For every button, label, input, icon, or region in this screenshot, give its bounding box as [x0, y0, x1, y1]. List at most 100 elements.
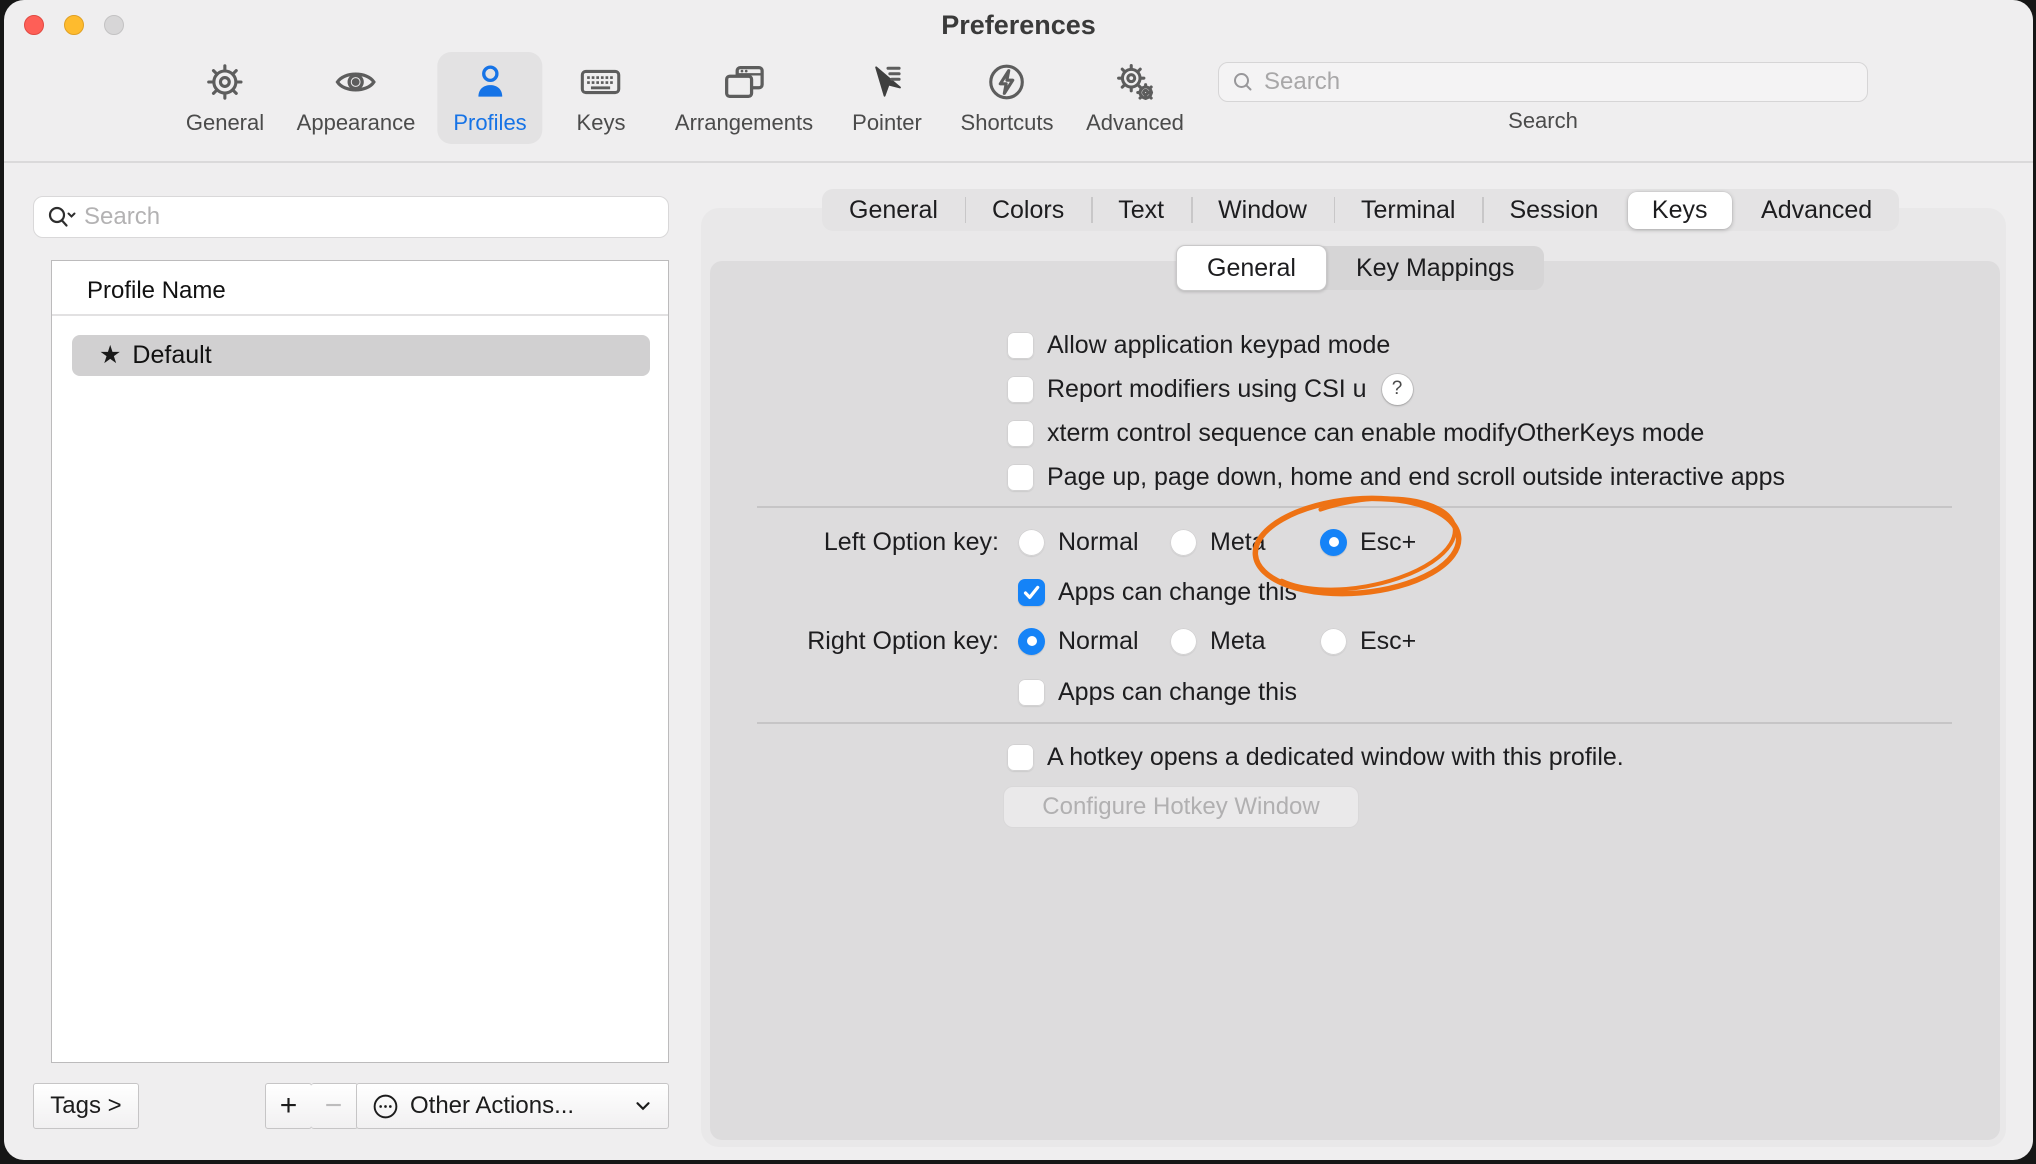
toolbar-item-pointer[interactable]: Pointer [836, 52, 938, 144]
toolbar-label: Advanced [1086, 110, 1184, 136]
toolbar-label: Appearance [297, 110, 416, 136]
remove-profile-button: − [311, 1083, 358, 1129]
checkbox-unchecked[interactable] [1018, 679, 1045, 706]
radio-selected[interactable] [1018, 628, 1045, 655]
radio-left-meta[interactable]: Meta [1170, 525, 1266, 559]
subtab-key-mappings[interactable]: Key Mappings [1326, 246, 1544, 290]
subtab-general[interactable]: General [1176, 245, 1327, 291]
keyboard-icon [578, 59, 624, 105]
title-bar: Preferences [4, 0, 2033, 40]
help-button[interactable]: ? [1382, 374, 1413, 405]
checkbox-row-page-scroll[interactable]: Page up, page down, home and end scroll … [1007, 460, 1785, 494]
tab-keys[interactable]: Keys [1628, 192, 1732, 229]
tab-session[interactable]: Session [1482, 189, 1625, 231]
checkbox-label: Apps can change this [1058, 678, 1297, 707]
checkbox-row-csi-u[interactable]: Report modifiers using CSI u ? [1007, 372, 1413, 406]
gears-icon [1112, 59, 1158, 105]
person-icon [467, 59, 513, 105]
configure-hotkey-window-button: Configure Hotkey Window [1003, 786, 1359, 828]
windows-icon [721, 59, 767, 105]
checkbox-left-apps-change[interactable]: Apps can change this [1018, 575, 1297, 609]
toolbar-item-keys[interactable]: Keys [561, 52, 642, 144]
toolbar-search-label: Search [1463, 108, 1623, 134]
toolbar-search-input[interactable] [1264, 68, 1855, 96]
radio-right-normal[interactable]: Normal [1018, 624, 1139, 658]
checkbox-label: Apps can change this [1058, 578, 1297, 607]
toolbar-item-advanced[interactable]: Advanced [1070, 52, 1200, 144]
radio-right-meta[interactable]: Meta [1170, 624, 1266, 658]
ellipsis-circle-icon [371, 1092, 400, 1121]
tab-terminal[interactable]: Terminal [1334, 189, 1482, 231]
toolbar-item-shortcuts[interactable]: Shortcuts [945, 52, 1070, 144]
profile-search-input[interactable] [84, 203, 656, 231]
checkbox-right-apps-change[interactable]: Apps can change this [1018, 675, 1297, 709]
search-menu-icon [46, 204, 76, 230]
toolbar-label: Pointer [852, 110, 922, 136]
toolbar-item-profiles[interactable]: Profiles [437, 52, 542, 144]
toolbar-search-field[interactable] [1218, 62, 1868, 102]
checkbox-hotkey-window[interactable]: A hotkey opens a dedicated window with t… [1007, 740, 1624, 774]
window-title: Preferences [4, 10, 2033, 41]
radio-label: Normal [1058, 528, 1139, 557]
right-option-key-label: Right Option key: [747, 627, 999, 656]
radio-label: Normal [1058, 627, 1139, 656]
radio-left-esc[interactable]: Esc+ [1320, 525, 1416, 559]
gear-icon [202, 59, 248, 105]
checkbox-unchecked[interactable] [1007, 420, 1034, 447]
add-profile-button[interactable]: + [265, 1083, 312, 1129]
checkbox-label: Page up, page down, home and end scroll … [1047, 463, 1785, 492]
toolbar-label: Keys [577, 110, 626, 136]
checkbox-label: Allow application keypad mode [1047, 331, 1390, 360]
toolbar-item-appearance[interactable]: Appearance [281, 52, 432, 144]
radio-unselected[interactable] [1320, 628, 1347, 655]
radio-unselected[interactable] [1170, 628, 1197, 655]
profile-list-header: Profile Name [87, 277, 226, 305]
tab-advanced[interactable]: Advanced [1734, 189, 1899, 231]
profile-row-default[interactable]: ★ Default [72, 335, 650, 376]
checkbox-checked[interactable] [1018, 579, 1045, 606]
checkbox-row-keypad[interactable]: Allow application keypad mode [1007, 328, 1390, 362]
radio-left-normal[interactable]: Normal [1018, 525, 1139, 559]
checkbox-unchecked[interactable] [1007, 376, 1034, 403]
left-option-key-label: Left Option key: [747, 528, 999, 557]
radio-label: Meta [1210, 627, 1266, 656]
other-actions-label: Other Actions... [410, 1092, 574, 1120]
radio-unselected[interactable] [1018, 529, 1045, 556]
section-divider [757, 722, 1952, 724]
profile-search-field[interactable] [33, 196, 669, 238]
checkbox-row-modifyotherkeys[interactable]: xterm control sequence can enable modify… [1007, 416, 1704, 450]
search-icon [1231, 70, 1255, 94]
tab-general[interactable]: General [822, 189, 965, 231]
checkbox-unchecked[interactable] [1007, 744, 1034, 771]
profile-name: Default [132, 341, 211, 370]
toolbar-label: Shortcuts [961, 110, 1054, 136]
toolbar-label: Profiles [453, 110, 526, 136]
toolbar-separator [4, 161, 2033, 163]
checkbox-unchecked[interactable] [1007, 332, 1034, 359]
radio-selected[interactable] [1320, 529, 1347, 556]
checkbox-unchecked[interactable] [1007, 464, 1034, 491]
radio-label: Esc+ [1360, 627, 1416, 656]
checkbox-label: A hotkey opens a dedicated window with t… [1047, 743, 1624, 772]
tab-colors[interactable]: Colors [965, 189, 1091, 231]
keys-subtabs: General Key Mappings [1177, 246, 1544, 290]
checkbox-label: Report modifiers using CSI u [1047, 375, 1367, 404]
cursor-icon [864, 59, 910, 105]
tab-text[interactable]: Text [1091, 189, 1191, 231]
preferences-window: Preferences General Appearance Profiles [4, 0, 2033, 1160]
toolbar-label: General [186, 110, 264, 136]
radio-label: Esc+ [1360, 528, 1416, 557]
chevron-down-icon [632, 1095, 654, 1117]
radio-label: Meta [1210, 528, 1266, 557]
eye-icon [333, 59, 379, 105]
toolbar-item-general[interactable]: General [170, 52, 280, 144]
other-actions-dropdown[interactable]: Other Actions... [356, 1083, 669, 1129]
section-divider [757, 506, 1952, 508]
radio-right-esc[interactable]: Esc+ [1320, 624, 1416, 658]
radio-unselected[interactable] [1170, 529, 1197, 556]
list-header-divider [52, 314, 668, 316]
toolbar-item-arrangements[interactable]: Arrangements [659, 52, 829, 144]
checkbox-label: xterm control sequence can enable modify… [1047, 419, 1704, 448]
tags-button[interactable]: Tags > [33, 1083, 139, 1129]
tab-window[interactable]: Window [1191, 189, 1334, 231]
